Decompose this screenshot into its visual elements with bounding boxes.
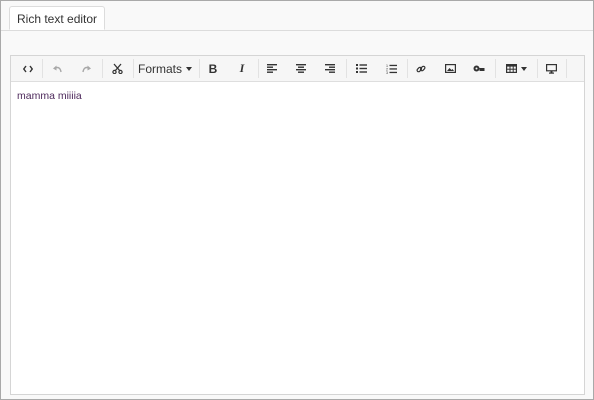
tab-rich-text-editor[interactable]: Rich text editor [9, 6, 106, 30]
scissors-icon [111, 63, 123, 74]
formats-label: Formats [137, 61, 182, 76]
toolbar-separator [495, 59, 496, 78]
toolbar-separator [537, 59, 538, 78]
image-icon [444, 64, 456, 73]
numbered-list-button[interactable]: 1 2 3 [379, 58, 403, 79]
redo-icon [81, 65, 91, 72]
toolbar-separator [133, 59, 134, 78]
undo-icon [52, 65, 62, 72]
editor-toolbar: Formats B I 1 2 3 [11, 56, 584, 82]
italic-button[interactable]: I [231, 58, 253, 79]
table-dropdown[interactable] [499, 58, 533, 79]
bullet-list-button[interactable] [349, 58, 373, 79]
image-button[interactable] [439, 58, 461, 79]
bold-icon: B [208, 61, 218, 76]
undo-button[interactable] [45, 58, 69, 79]
italic-icon: I [239, 61, 245, 75]
table-icon [505, 64, 517, 73]
formats-dropdown[interactable]: Formats [136, 58, 194, 79]
align-left-button[interactable] [261, 58, 283, 79]
preview-button[interactable] [540, 58, 562, 79]
media-button[interactable] [468, 58, 490, 79]
align-right-button[interactable] [319, 58, 341, 79]
media-icon [473, 65, 485, 72]
toolbar-separator [346, 59, 347, 78]
code-icon [23, 65, 33, 72]
bullet-list-icon [355, 64, 367, 73]
toolbar-separator [42, 59, 43, 78]
bold-button[interactable]: B [202, 58, 224, 79]
align-center-icon [296, 64, 306, 73]
toolbar-separator [407, 59, 408, 78]
svg-text:3: 3 [386, 71, 388, 74]
tab-bar: Rich text editor [1, 1, 593, 31]
editor-content-area[interactable]: mamma miiiia [11, 82, 584, 394]
align-right-icon [325, 64, 335, 73]
editor-paragraph: mamma miiiia [17, 90, 82, 102]
toolbar-separator [258, 59, 259, 78]
monitor-icon [545, 63, 557, 74]
source-code-button[interactable] [17, 58, 39, 79]
toolbar-separator [199, 59, 200, 78]
chevron-down-icon [186, 66, 192, 71]
align-left-icon [267, 64, 277, 73]
window-frame: Rich text editor Formats B I 1 2 3 mamma… [0, 0, 594, 400]
toolbar-separator [566, 59, 567, 78]
link-button[interactable] [410, 58, 432, 79]
toolbar-separator [102, 59, 103, 78]
link-icon [416, 65, 426, 72]
numbered-list-icon: 1 2 3 [386, 64, 397, 74]
redo-button[interactable] [74, 58, 98, 79]
rich-text-editor: Formats B I 1 2 3 mamma miiiia [10, 55, 585, 395]
align-center-button[interactable] [290, 58, 312, 79]
chevron-down-icon [520, 66, 527, 71]
cut-button[interactable] [105, 58, 129, 79]
